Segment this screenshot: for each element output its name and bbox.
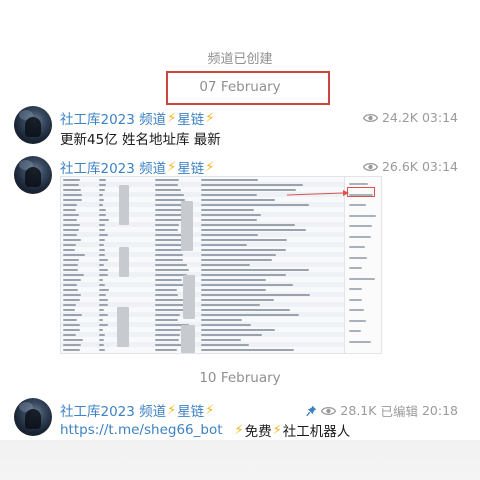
sender-suffix: 星链 <box>177 161 205 177</box>
message-meta: 28.1K 已编辑 20:18 <box>306 401 458 420</box>
channel-avatar[interactable] <box>14 106 52 144</box>
bot-link[interactable]: https://t.me/sheg66_bot <box>60 422 223 438</box>
sender-suffix: 星链 <box>177 112 205 128</box>
message-sender[interactable]: 社工库2023 频道 ⚡ 星链 ⚡ <box>60 157 215 178</box>
sender-name: 社工库2023 频道 <box>60 112 167 128</box>
bolt-icon: ⚡ <box>205 110 215 126</box>
arrow-icon <box>286 190 349 196</box>
bolt-icon: ⚡ <box>167 159 177 175</box>
channel-avatar[interactable] <box>14 398 52 436</box>
bolt-icon: ⚡ <box>272 422 282 438</box>
view-count: 26.6K <box>381 159 418 174</box>
bolt-icon: ⚡ <box>234 422 244 438</box>
attached-screenshot-image[interactable] <box>60 176 382 354</box>
bolt-icon: ⚡ <box>205 402 215 418</box>
sender-suffix: 星链 <box>177 404 205 420</box>
bolt-icon: ⚡ <box>205 159 215 175</box>
eye-icon <box>362 162 378 171</box>
bolt-icon: ⚡ <box>167 402 177 418</box>
bolt-icon: ⚡ <box>167 110 177 126</box>
eye-icon <box>321 406 337 415</box>
sender-name: 社工库2023 频道 <box>60 161 167 177</box>
date-separator-first: 07 February <box>199 79 281 95</box>
bot-description: 社工机器人 <box>282 424 351 440</box>
edited-label: 已编辑 <box>380 404 418 419</box>
view-count: 24.2K <box>381 110 418 125</box>
message-time: 03:14 <box>421 159 458 174</box>
message-text: 更新45亿 姓名地址库 最新 <box>60 132 221 148</box>
pin-icon <box>306 405 317 416</box>
eye-icon <box>362 113 378 122</box>
channel-avatar[interactable] <box>14 156 52 194</box>
sender-name: 社工库2023 频道 <box>60 404 167 420</box>
channel-created-notice: 频道已创建 <box>207 52 273 67</box>
message-time: 03:14 <box>421 110 458 125</box>
date-separator-second: 10 February <box>199 370 281 386</box>
message-time: 20:18 <box>421 403 458 418</box>
message-meta: 26.6K 03:14 <box>362 159 458 174</box>
message-sender[interactable]: 社工库2023 频道 ⚡ 星链 ⚡ <box>60 108 215 129</box>
message-meta: 24.2K 03:14 <box>362 110 458 125</box>
view-count: 28.1K <box>340 403 377 418</box>
free-label: 免费 <box>244 424 272 440</box>
chat-view: 频道已创建 07 February 社工库2023 频道 ⚡ 星链 ⚡ 24.2… <box>0 0 480 480</box>
message-text: https://t.me/sheg66_bot ⚡ 免费 ⚡ 社工机器人 <box>60 420 350 440</box>
message-sender[interactable]: 社工库2023 频道 ⚡ 星链 ⚡ <box>60 400 215 421</box>
